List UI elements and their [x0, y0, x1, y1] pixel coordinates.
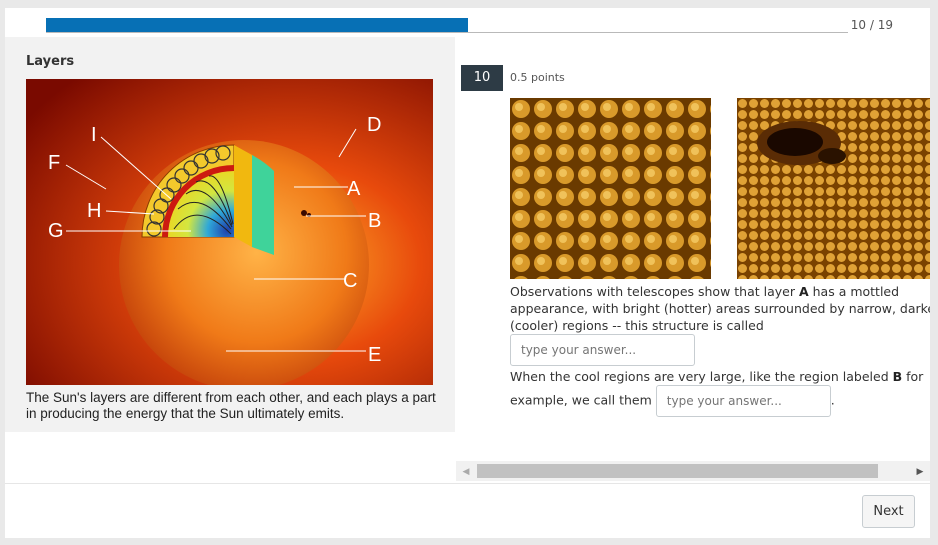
- label-b: B: [368, 210, 381, 232]
- region-b-ref: B: [892, 369, 903, 384]
- label-h: H: [87, 200, 101, 222]
- answer-input-1[interactable]: [510, 334, 695, 366]
- progress-fill: [46, 18, 468, 32]
- question-panel: 10 0.5 points Observations with telescop…: [455, 37, 930, 462]
- question-points: 0.5 points: [510, 71, 565, 84]
- sunspot-photo: [737, 98, 930, 279]
- question-text-1: Observations with telescopes show that l…: [510, 283, 930, 366]
- sun-layers-diagram: I F H G D A B C E: [26, 79, 433, 385]
- progress-counter: 10 / 19: [850, 18, 893, 32]
- answer-input-2[interactable]: [655, 385, 831, 417]
- label-c: C: [343, 270, 357, 292]
- scroll-right-icon[interactable]: ▶: [910, 461, 930, 481]
- granulation-photo: [510, 98, 711, 279]
- footer-divider: [5, 483, 930, 484]
- quiz-card: 10 / 19 Layers I F H G D A B C E The Sun…: [5, 8, 930, 538]
- next-button[interactable]: Next: [862, 495, 915, 528]
- question-text-2: When the cool regions are very large, li…: [510, 368, 930, 417]
- question-number-badge: 10: [461, 65, 503, 91]
- panel-title: Layers: [26, 54, 75, 69]
- scrollbar-thumb[interactable]: [477, 464, 878, 478]
- label-e: E: [368, 344, 381, 366]
- horizontal-scrollbar[interactable]: ◀ ▶: [456, 461, 930, 481]
- figure-caption: The Sun's layers are different from each…: [26, 390, 436, 421]
- label-i: I: [91, 124, 97, 146]
- label-f: F: [48, 152, 60, 174]
- label-d: D: [367, 114, 381, 136]
- layer-a-ref: A: [798, 284, 809, 299]
- scroll-left-icon[interactable]: ◀: [456, 461, 476, 481]
- layers-panel: Layers I F H G D A B C E The Sun's layer…: [5, 37, 455, 432]
- label-g: G: [48, 220, 64, 242]
- progress-bar: [46, 18, 848, 33]
- label-a: A: [347, 178, 361, 200]
